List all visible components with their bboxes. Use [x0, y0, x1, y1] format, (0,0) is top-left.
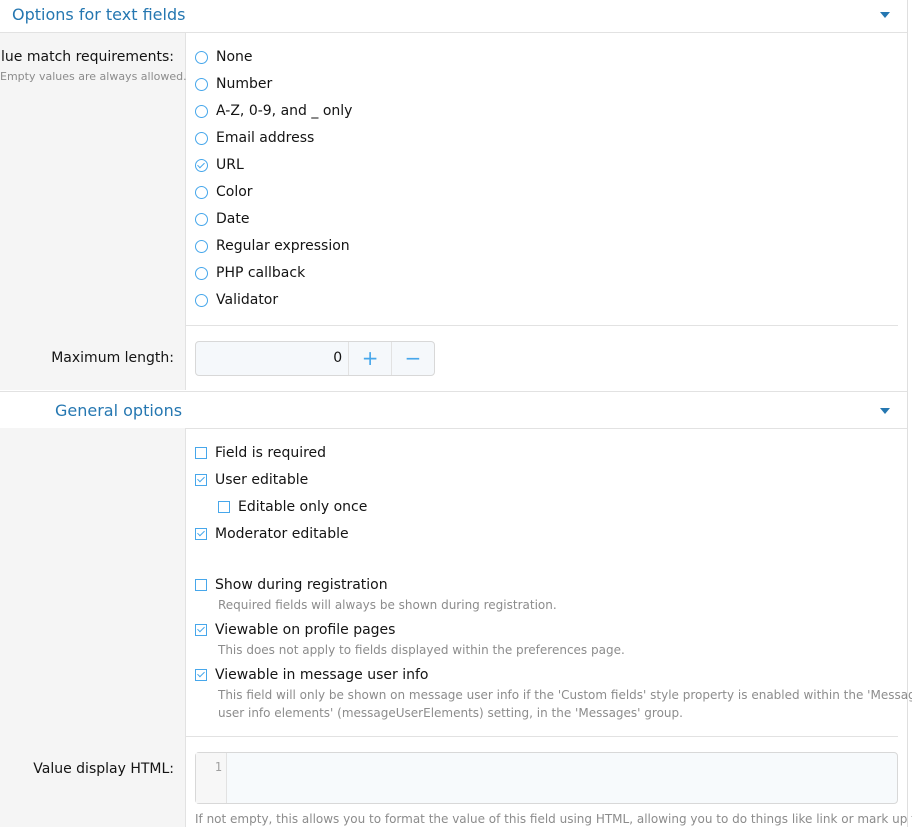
- radio-url[interactable]: URL: [195, 156, 244, 174]
- radio-regex[interactable]: Regular expression: [195, 237, 350, 255]
- viewable-message-desc-line1: This field will only be shown on message…: [218, 688, 912, 702]
- editable-once-checkbox[interactable]: Editable only once: [218, 498, 367, 516]
- radio-color[interactable]: Color: [195, 183, 253, 201]
- collapse-caret-icon[interactable]: [880, 12, 890, 18]
- show-registration-checkbox[interactable]: Show during registration: [195, 576, 388, 594]
- checkbox-checked-icon: [195, 474, 207, 486]
- value-display-html-explain: If not empty, this allows you to format …: [195, 812, 912, 826]
- checkbox-checked-icon: [195, 669, 207, 681]
- increment-button[interactable]: +: [349, 342, 393, 375]
- row-divider: [185, 325, 898, 326]
- viewable-message-desc-line2: user info elements' (messageUserElements…: [218, 706, 683, 720]
- radio-icon: [195, 77, 208, 91]
- radio-icon: [195, 131, 208, 145]
- user-editable-checkbox[interactable]: User editable: [195, 471, 308, 489]
- max-length-input[interactable]: 0: [196, 342, 350, 375]
- viewable-profile-desc: This does not apply to fields displayed …: [218, 643, 625, 657]
- viewable-profile-checkbox[interactable]: Viewable on profile pages: [195, 621, 395, 639]
- radio-email[interactable]: Email address: [195, 129, 314, 147]
- max-length-stepper: 0 + −: [195, 341, 435, 376]
- radio-icon: [195, 104, 208, 118]
- editor-gutter: 1: [196, 753, 227, 803]
- radio-checked-icon: [195, 158, 208, 172]
- field-required-checkbox[interactable]: Field is required: [195, 444, 326, 462]
- text-options-header[interactable]: Options for text fields: [0, 0, 907, 33]
- radio-icon: [195, 239, 208, 253]
- radio-php-callback[interactable]: PHP callback: [195, 264, 305, 282]
- moderator-editable-checkbox[interactable]: Moderator editable: [195, 525, 349, 543]
- label-column: [0, 33, 186, 390]
- value-match-label: Value match requirements:: [0, 49, 174, 65]
- show-registration-desc: Required fields will always be shown dur…: [218, 598, 557, 612]
- checkbox-icon: [195, 579, 207, 591]
- general-options-header[interactable]: General options: [0, 391, 907, 429]
- checkbox-icon: [195, 447, 207, 459]
- radio-alphanumeric[interactable]: A-Z, 0-9, and _ only: [195, 102, 352, 120]
- radio-icon: [195, 185, 208, 199]
- radio-icon: [195, 50, 208, 64]
- value-match-hint: Empty values are always allowed.: [0, 70, 187, 83]
- radio-validator[interactable]: Validator: [195, 291, 278, 309]
- line-number: 1: [214, 760, 222, 774]
- row-divider: [185, 736, 898, 737]
- radio-icon: [195, 293, 208, 307]
- checkbox-checked-icon: [195, 624, 207, 636]
- text-options-title: Options for text fields: [12, 5, 186, 24]
- max-length-label: Maximum length:: [51, 350, 174, 366]
- checkbox-checked-icon: [195, 528, 207, 540]
- value-display-html-editor[interactable]: 1: [195, 752, 898, 804]
- radio-icon: [195, 212, 208, 226]
- collapse-caret-icon[interactable]: [880, 408, 890, 414]
- value-display-html-label: Value display HTML:: [33, 761, 174, 777]
- general-options-title: General options: [55, 401, 183, 420]
- radio-number[interactable]: Number: [195, 75, 272, 93]
- decrement-button[interactable]: −: [392, 342, 434, 375]
- radio-icon: [195, 266, 208, 280]
- viewable-message-checkbox[interactable]: Viewable in message user info: [195, 666, 428, 684]
- checkbox-icon: [218, 501, 230, 513]
- radio-date[interactable]: Date: [195, 210, 249, 228]
- radio-none[interactable]: None: [195, 48, 253, 66]
